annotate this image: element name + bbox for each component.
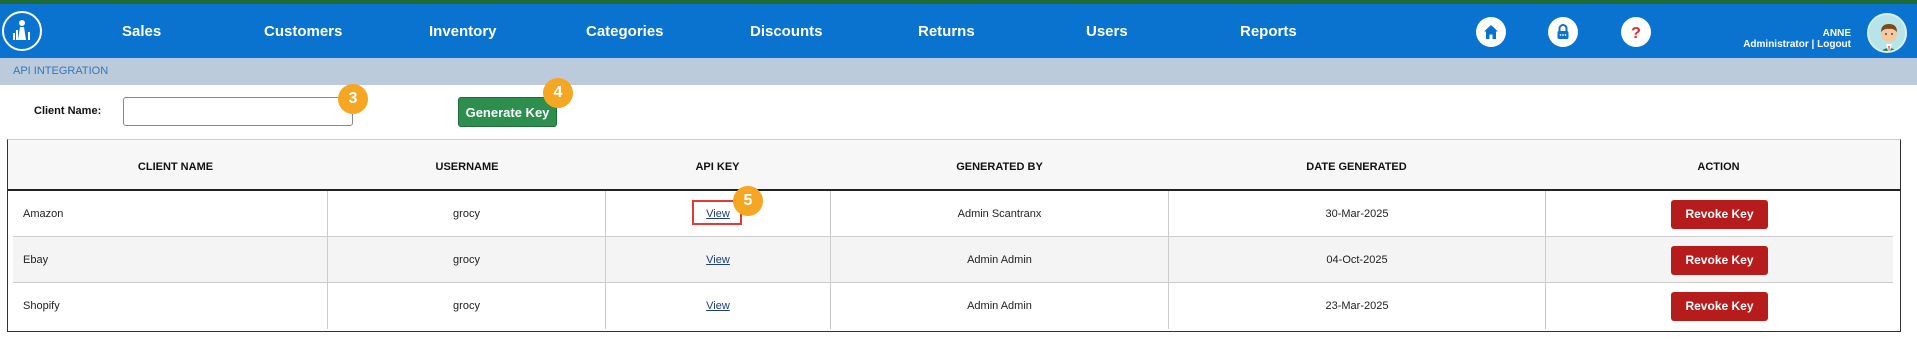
cell-username: grocy bbox=[328, 283, 606, 329]
home-button[interactable] bbox=[1476, 17, 1506, 47]
cell-client: Ebay bbox=[13, 237, 328, 283]
home-icon bbox=[1484, 25, 1498, 39]
nav-reports[interactable]: Reports bbox=[1240, 23, 1297, 40]
nav-returns[interactable]: Returns bbox=[918, 23, 975, 40]
step-badge-5: 5 bbox=[733, 186, 763, 216]
cell-api-key: View bbox=[606, 237, 831, 283]
cell-date: 04-Oct-2025 bbox=[1169, 237, 1546, 283]
cell-date: 30-Mar-2025 bbox=[1169, 191, 1546, 237]
col-client-name: CLIENT NAME bbox=[137, 161, 214, 173]
cell-date: 23-Mar-2025 bbox=[1169, 283, 1546, 329]
col-api-key: API KEY bbox=[695, 161, 740, 173]
user-separator: | bbox=[1811, 39, 1815, 50]
table-row: Ebay grocy View Admin Admin 04-Oct-2025 … bbox=[13, 237, 1893, 283]
table-header: CLIENT NAME USERNAME API KEY GENERATED B… bbox=[8, 140, 1900, 191]
cell-username: grocy bbox=[328, 191, 606, 237]
view-key-link[interactable]: View bbox=[706, 254, 730, 266]
logo-icon bbox=[13, 20, 30, 40]
revoke-key-button[interactable]: Revoke Key bbox=[1671, 245, 1768, 275]
help-icon: ? bbox=[1631, 25, 1641, 41]
cell-client: Amazon bbox=[13, 191, 328, 237]
api-keys-table: CLIENT NAME USERNAME API KEY GENERATED B… bbox=[7, 139, 1901, 332]
col-action: ACTION bbox=[1697, 161, 1740, 173]
lock-icon bbox=[1557, 24, 1569, 39]
col-username: USERNAME bbox=[435, 161, 499, 173]
client-name-label: Client Name: bbox=[34, 105, 102, 117]
cell-action: Revoke Key bbox=[1546, 191, 1893, 237]
nav-discounts[interactable]: Discounts bbox=[750, 23, 823, 40]
user-role-line: Administrator | Logout bbox=[1743, 39, 1851, 50]
cell-generated-by: Admin Scantranx bbox=[831, 191, 1169, 237]
top-navbar: Sales Customers Inventory Categories Dis… bbox=[0, 4, 1917, 58]
nav-inventory[interactable]: Inventory bbox=[429, 23, 497, 40]
lock-button[interactable] bbox=[1548, 17, 1578, 47]
user-avatar-icon bbox=[1869, 15, 1905, 51]
user-role: Administrator bbox=[1743, 39, 1809, 50]
breadcrumb: API INTEGRATION bbox=[0, 58, 1917, 85]
revoke-key-button[interactable]: Revoke Key bbox=[1671, 199, 1768, 229]
cell-generated-by: Admin Admin bbox=[831, 237, 1169, 283]
generate-key-button[interactable]: Generate Key bbox=[458, 97, 557, 127]
col-date-generated: DATE GENERATED bbox=[1306, 161, 1407, 173]
nav-categories[interactable]: Categories bbox=[586, 23, 664, 40]
revoke-key-button[interactable]: Revoke Key bbox=[1671, 291, 1768, 321]
step-badge-4: 4 bbox=[543, 78, 573, 108]
app-logo[interactable] bbox=[2, 11, 42, 51]
col-generated-by: GENERATED BY bbox=[956, 161, 1043, 173]
step-badge-3: 3 bbox=[338, 84, 368, 114]
cell-action: Revoke Key bbox=[1546, 237, 1893, 283]
cell-username: grocy bbox=[328, 237, 606, 283]
svg-text:?: ? bbox=[1631, 25, 1641, 41]
client-name-input[interactable] bbox=[123, 97, 353, 126]
table-row: Amazon grocy View Admin Scantranx 30-Mar… bbox=[13, 191, 1893, 237]
view-key-link[interactable]: View bbox=[706, 300, 730, 312]
help-button[interactable]: ? bbox=[1621, 17, 1651, 47]
logout-link[interactable]: Logout bbox=[1817, 39, 1851, 50]
page-title: API INTEGRATION bbox=[13, 65, 109, 77]
avatar[interactable] bbox=[1867, 13, 1907, 53]
cell-client: Shopify bbox=[13, 283, 328, 329]
cell-api-key: View bbox=[606, 283, 831, 329]
user-name: ANNE bbox=[1822, 28, 1851, 39]
nav-customers[interactable]: Customers bbox=[264, 23, 342, 40]
nav-users[interactable]: Users bbox=[1086, 23, 1128, 40]
table-row: Shopify grocy View Admin Admin 23-Mar-20… bbox=[13, 283, 1893, 329]
cell-generated-by: Admin Admin bbox=[831, 283, 1169, 329]
nav-sales[interactable]: Sales bbox=[122, 23, 161, 40]
cell-action: Revoke Key bbox=[1546, 283, 1893, 329]
